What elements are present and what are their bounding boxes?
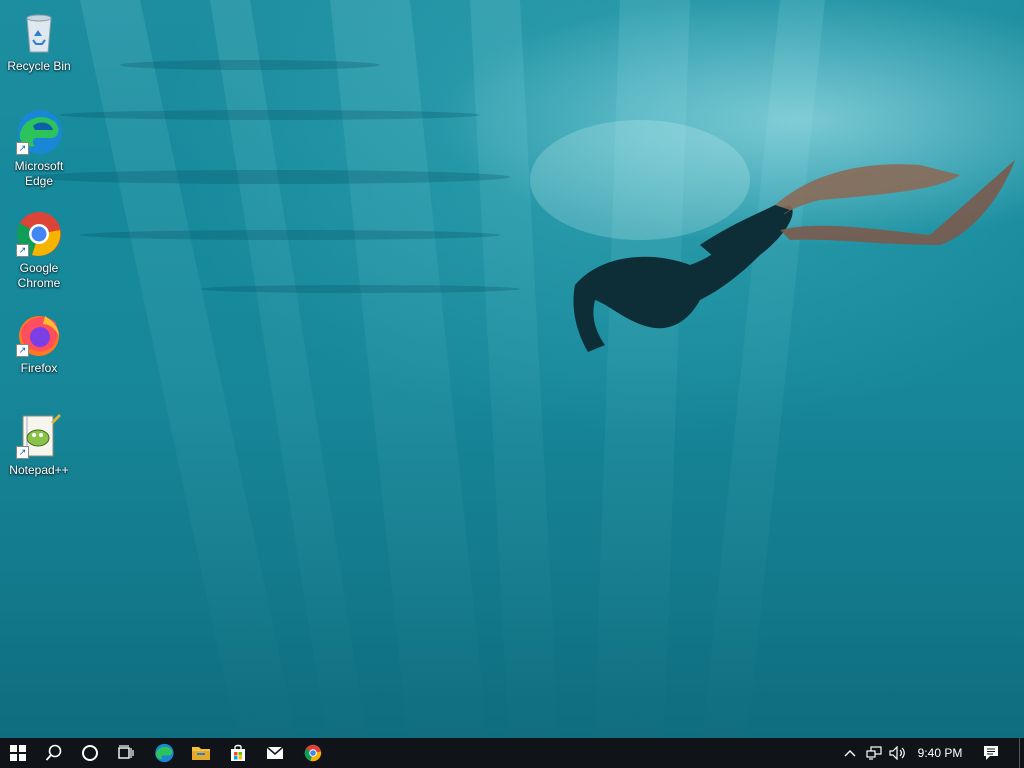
task-view-icon [118, 745, 134, 759]
volume-button[interactable] [886, 738, 910, 768]
desktop-icon-label: Google Chrome [17, 261, 61, 290]
firefox-icon: ↗ [15, 310, 63, 358]
desktop-icon-label: Microsoft Edge [14, 159, 64, 188]
shortcut-arrow-icon: ↗ [16, 142, 29, 155]
network-button[interactable] [862, 738, 886, 768]
cortana-button[interactable] [72, 738, 108, 768]
taskbar-mail-button[interactable] [257, 738, 293, 768]
show-desktop-button[interactable] [1019, 738, 1024, 768]
shortcut-arrow-icon: ↗ [16, 244, 29, 257]
microsoft-store-icon [231, 744, 245, 761]
desktop-icon-recycle-bin[interactable]: Recycle Bin [0, 8, 78, 74]
chevron-up-icon [844, 750, 856, 757]
desktop-icon-notepad-plus-plus[interactable]: ↗ Notepad++ [0, 412, 78, 478]
file-explorer-icon [192, 747, 210, 760]
chrome-icon [304, 744, 322, 762]
action-center-icon [984, 746, 998, 760]
taskbar-store-button[interactable] [220, 738, 256, 768]
network-icon [866, 746, 882, 760]
desktop-icon-label: Notepad++ [9, 463, 69, 477]
taskbar-edge-button[interactable] [146, 738, 182, 768]
desktop-icon-google-chrome[interactable]: ↗ Google Chrome [0, 210, 78, 291]
volume-icon [889, 746, 905, 760]
clock[interactable]: 9:40 PM [912, 738, 968, 768]
chrome-icon: ↗ [15, 210, 63, 258]
search-button[interactable] [36, 738, 72, 768]
cortana-icon [82, 745, 98, 761]
desktop-icon-label: Firefox [20, 361, 58, 375]
recycle-bin-icon [15, 8, 63, 56]
taskbar: 9:40 PM [0, 738, 1024, 768]
desktop-icon-firefox[interactable]: ↗ Firefox [0, 310, 78, 376]
desktop-icon-microsoft-edge[interactable]: ↗ Microsoft Edge [0, 108, 78, 189]
mail-icon [266, 746, 284, 759]
show-hidden-icons-button[interactable] [840, 738, 860, 768]
notepad-plus-plus-icon: ↗ [15, 412, 63, 460]
search-icon [45, 744, 62, 761]
task-view-button[interactable] [108, 738, 144, 768]
desktop-icon-label: Recycle Bin [7, 59, 71, 73]
start-icon [10, 745, 26, 761]
taskbar-file-explorer-button[interactable] [183, 738, 219, 768]
shortcut-arrow-icon: ↗ [16, 344, 29, 357]
edge-icon: ↗ [15, 108, 63, 156]
action-center-button[interactable] [976, 738, 1006, 768]
desktop: Recycle Bin ↗ Microsoft Edge ↗ Google Ch… [0, 0, 1024, 738]
edge-icon [155, 743, 174, 763]
clock-time: 9:40 PM [917, 746, 963, 760]
freediver-silhouette [530, 120, 1015, 352]
shortcut-arrow-icon: ↗ [16, 446, 29, 459]
taskbar-chrome-button[interactable] [295, 738, 331, 768]
start-button[interactable] [0, 738, 36, 768]
